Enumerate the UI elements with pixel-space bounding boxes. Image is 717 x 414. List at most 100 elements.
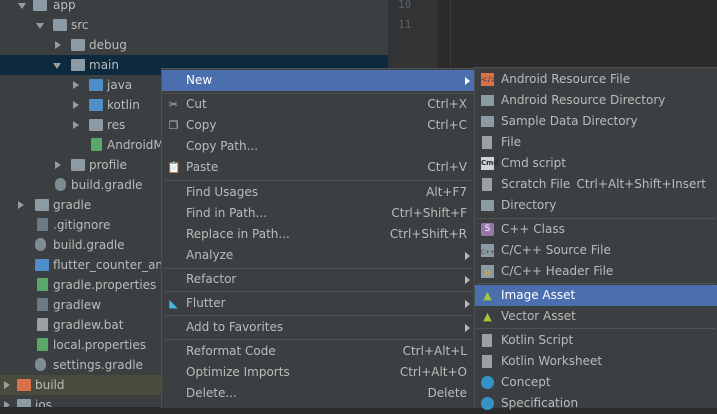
submenu-item-android-resource-file[interactable]: </> Android Resource File [475,69,717,90]
menu-item-shortcut: Ctrl+Alt+L [402,344,467,358]
tree-item-label: .gitignore [53,218,111,232]
submenu-item-cpp-source-file[interactable]: C++ C/C++ Source File [475,240,717,261]
cpp-source-icon: C++ [481,244,495,257]
tree-item-label: src [71,18,89,32]
submenu-item-label: File [501,135,522,149]
menu-item-refactor[interactable]: Refactor [162,269,475,290]
menu-item-shortcut: Ctrl+X [427,97,467,111]
properties-file-icon [37,338,48,351]
android-resource-file-icon: </> [481,73,498,86]
menu-item-delete[interactable]: Delete... Delete [162,383,475,404]
menu-item-label: Reformat Code [186,344,276,358]
menu-item-label: New [186,73,213,87]
menu-item-find-usages[interactable]: Find Usages Alt+F7 [162,182,475,203]
submenu-item-vector-asset[interactable]: ▲ Vector Asset [475,306,717,327]
menu-separator [164,315,473,316]
folder-blue-icon [89,99,103,111]
chevron-right-icon[interactable] [55,41,61,49]
folder-icon [33,0,47,11]
submenu-item-label: Vector Asset [501,309,576,323]
menu-item-label: Cut [186,97,207,111]
tree-item-debug[interactable]: debug [0,35,388,55]
tree-item-label: gradle [53,198,92,212]
chevron-right-icon[interactable] [73,121,79,129]
menu-item-shortcut: Alt+F7 [426,185,467,199]
submenu-item-file[interactable]: File [475,132,717,153]
line-number: 10 [398,0,412,11]
chevron-right-icon[interactable] [4,381,10,389]
chevron-right-icon[interactable] [4,401,10,407]
submenu-item-kotlin-worksheet[interactable]: Kotlin Worksheet [475,351,717,372]
menu-item-analyze[interactable]: Analyze [162,245,475,266]
menu-item-replace-in-path[interactable]: Replace in Path... Ctrl+Shift+R [162,224,475,245]
menu-item-copy[interactable]: ❐ Copy Ctrl+C [162,115,475,136]
chevron-down-icon[interactable] [53,63,61,69]
submenu-item-directory[interactable]: Directory [475,195,717,216]
scratch-file-icon [482,178,492,191]
chevron-down-icon[interactable] [36,23,44,29]
menu-item-new[interactable]: New [162,70,475,91]
menu-item-shortcut: Delete [427,386,467,400]
folder-blue-icon [89,79,103,91]
submenu-item-cpp-header-file[interactable]: H C/C++ Header File [475,261,717,282]
folder-icon [35,199,49,211]
submenu-item-label: Android Resource Directory [501,93,666,107]
submenu-item-label: C/C++ Source File [501,243,611,257]
menu-item-label: Add to Favorites [186,320,284,334]
context-menu: New ✂ Cut Ctrl+X ❐ Copy Ctrl+C Copy Path… [161,68,476,408]
submenu-item-label: Kotlin Script [501,333,574,347]
submenu-item-android-resource-directory[interactable]: Android Resource Directory [475,90,717,111]
tree-item-src[interactable]: src [0,15,388,35]
gradle-elephant-icon [55,178,66,191]
menu-item-copy-path[interactable]: Copy Path... [162,136,475,157]
menu-item-find-in-path[interactable]: Find in Path... Ctrl+Shift+F [162,203,475,224]
menu-item-shortcut: Ctrl+C [427,118,467,132]
menu-item-flutter[interactable]: ◣ Flutter [162,293,475,314]
menu-item-reformat-code[interactable]: Reformat Code Ctrl+Alt+L [162,341,475,362]
submenu-item-scratch-file[interactable]: Scratch File Ctrl+Alt+Shift+Insert [475,174,717,195]
menu-item-label: Analyze [186,248,234,262]
submenu-item-concept[interactable]: Concept [475,372,717,393]
flutter-icon: ◣ [169,297,178,310]
submenu-item-cpp-class[interactable]: S C++ Class [475,219,717,240]
menu-item-optimize-imports[interactable]: Optimize Imports Ctrl+Alt+O [162,362,475,383]
chevron-right-icon[interactable] [55,161,61,169]
tree-item-app[interactable]: app [0,0,388,15]
menu-separator [164,291,473,292]
chevron-right-icon[interactable] [73,81,79,89]
menu-item-label: Optimize Imports [186,365,290,379]
submenu-item-image-asset[interactable]: ▲ Image Asset [475,285,717,306]
folder-icon [481,116,494,127]
submenu-item-specification[interactable]: Specification [475,393,717,414]
menu-item-cut[interactable]: ✂ Cut Ctrl+X [162,94,475,115]
submenu-item-kotlin-script[interactable]: Kotlin Script [475,330,717,351]
tree-item-label: java [107,78,133,92]
submenu-item-sample-data-directory[interactable]: Sample Data Directory [475,111,717,132]
submenu-item-shortcut: Ctrl+Alt+Shift+Insert [576,177,706,191]
tree-item-label: build.gradle [71,178,143,192]
menu-item-label: Paste [186,160,219,174]
submenu-item-label: Sample Data Directory [501,114,638,128]
tree-item-label: build [35,378,65,392]
gradle-elephant-icon [35,358,46,371]
menu-item-paste[interactable]: 📋 Paste Ctrl+V [162,157,475,178]
submenu-item-label: Scratch File [501,177,571,191]
menu-separator [477,283,716,284]
specification-icon [481,397,494,410]
menu-item-label: Replace in Path... [186,227,290,241]
folder-icon [71,59,85,71]
submenu-item-label: Image Asset [501,288,576,302]
module-file-icon [35,259,49,271]
chevron-right-icon[interactable] [18,201,24,209]
menu-separator [164,180,473,181]
tree-item-label: settings.gradle [53,358,143,372]
menu-item-label: Find Usages [186,185,259,199]
submenu-item-label: Specification [501,396,579,410]
chevron-right-icon[interactable] [73,101,79,109]
submenu-item-cmd-script[interactable]: Cmd Cmd script [475,153,717,174]
tree-item-label: gradlew [53,298,102,312]
script-file-icon [37,298,48,311]
menu-item-add-to-favorites[interactable]: Add to Favorites [162,317,475,338]
menu-item-shortcut: Ctrl+Alt+O [399,365,467,379]
chevron-down-icon[interactable] [18,3,26,9]
